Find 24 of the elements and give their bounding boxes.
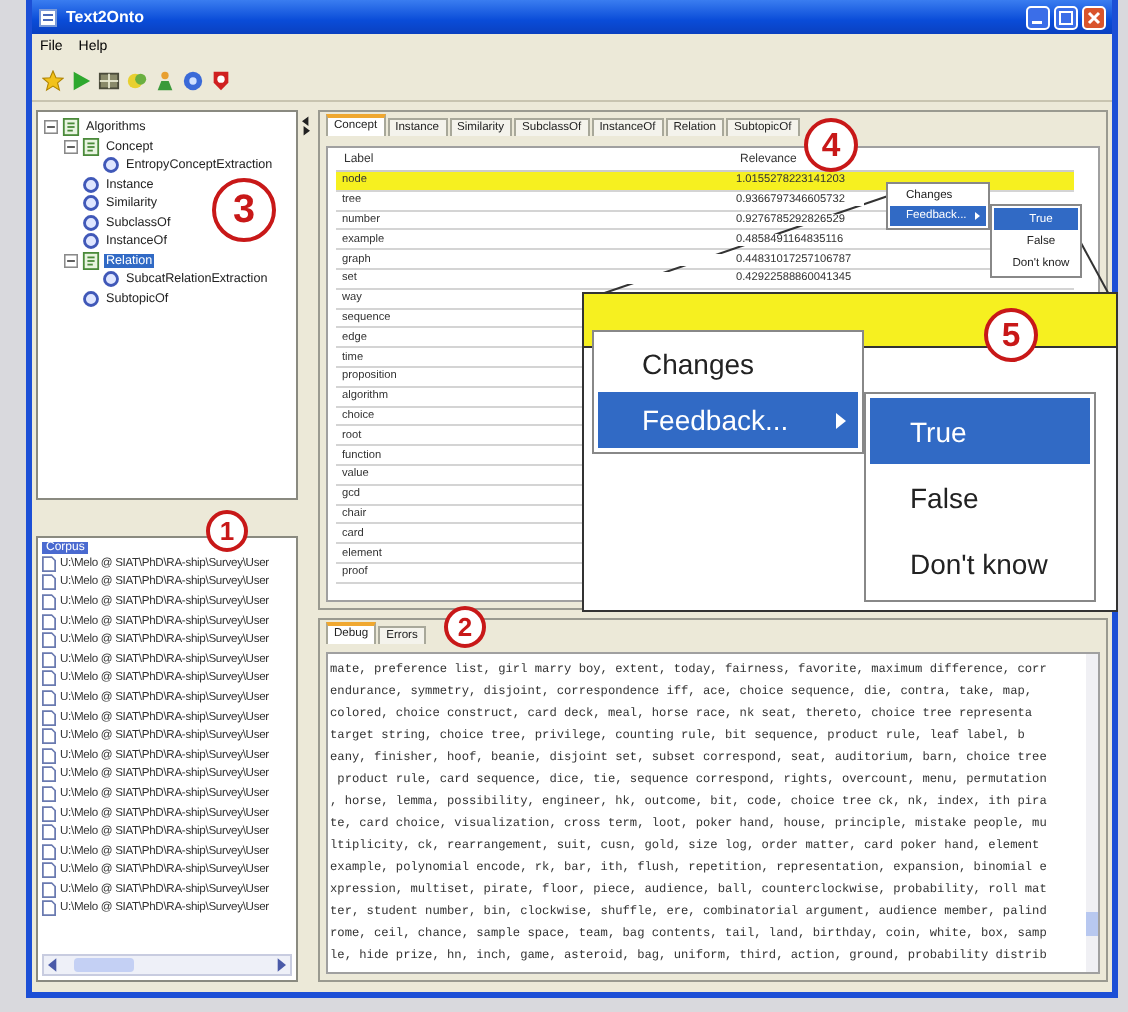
menu-item[interactable]: False	[870, 464, 1090, 530]
menu-item[interactable]: Don't know	[870, 530, 1090, 596]
minimize-icon[interactable]	[1026, 5, 1050, 29]
app-icon	[38, 7, 58, 27]
collapse-icon[interactable]	[44, 120, 58, 135]
window-title: Text2Onto	[66, 8, 146, 26]
vertical-scrollbar[interactable]	[1086, 654, 1098, 972]
scrollbar-thumb[interactable]	[74, 958, 134, 972]
splitter-arrows-icon[interactable]	[302, 116, 310, 136]
left-arrow-icon[interactable]	[48, 958, 58, 972]
page-icon	[62, 118, 80, 137]
close-icon[interactable]	[1082, 5, 1106, 29]
figure-icon[interactable]	[154, 69, 176, 91]
horizontal-scrollbar[interactable]	[42, 954, 292, 976]
menu-item[interactable]: True	[870, 398, 1090, 464]
grid-icon[interactable]	[98, 69, 120, 91]
menu-item[interactable]: Feedback...	[598, 392, 858, 448]
maximize-icon[interactable]	[1054, 5, 1078, 29]
collapse-icon[interactable]	[64, 253, 78, 268]
right-arrow-icon[interactable]	[276, 958, 286, 972]
collapse-icon[interactable]	[64, 139, 78, 154]
page-icon	[82, 251, 100, 270]
page-icon	[82, 137, 100, 156]
star-icon[interactable]	[42, 69, 64, 91]
